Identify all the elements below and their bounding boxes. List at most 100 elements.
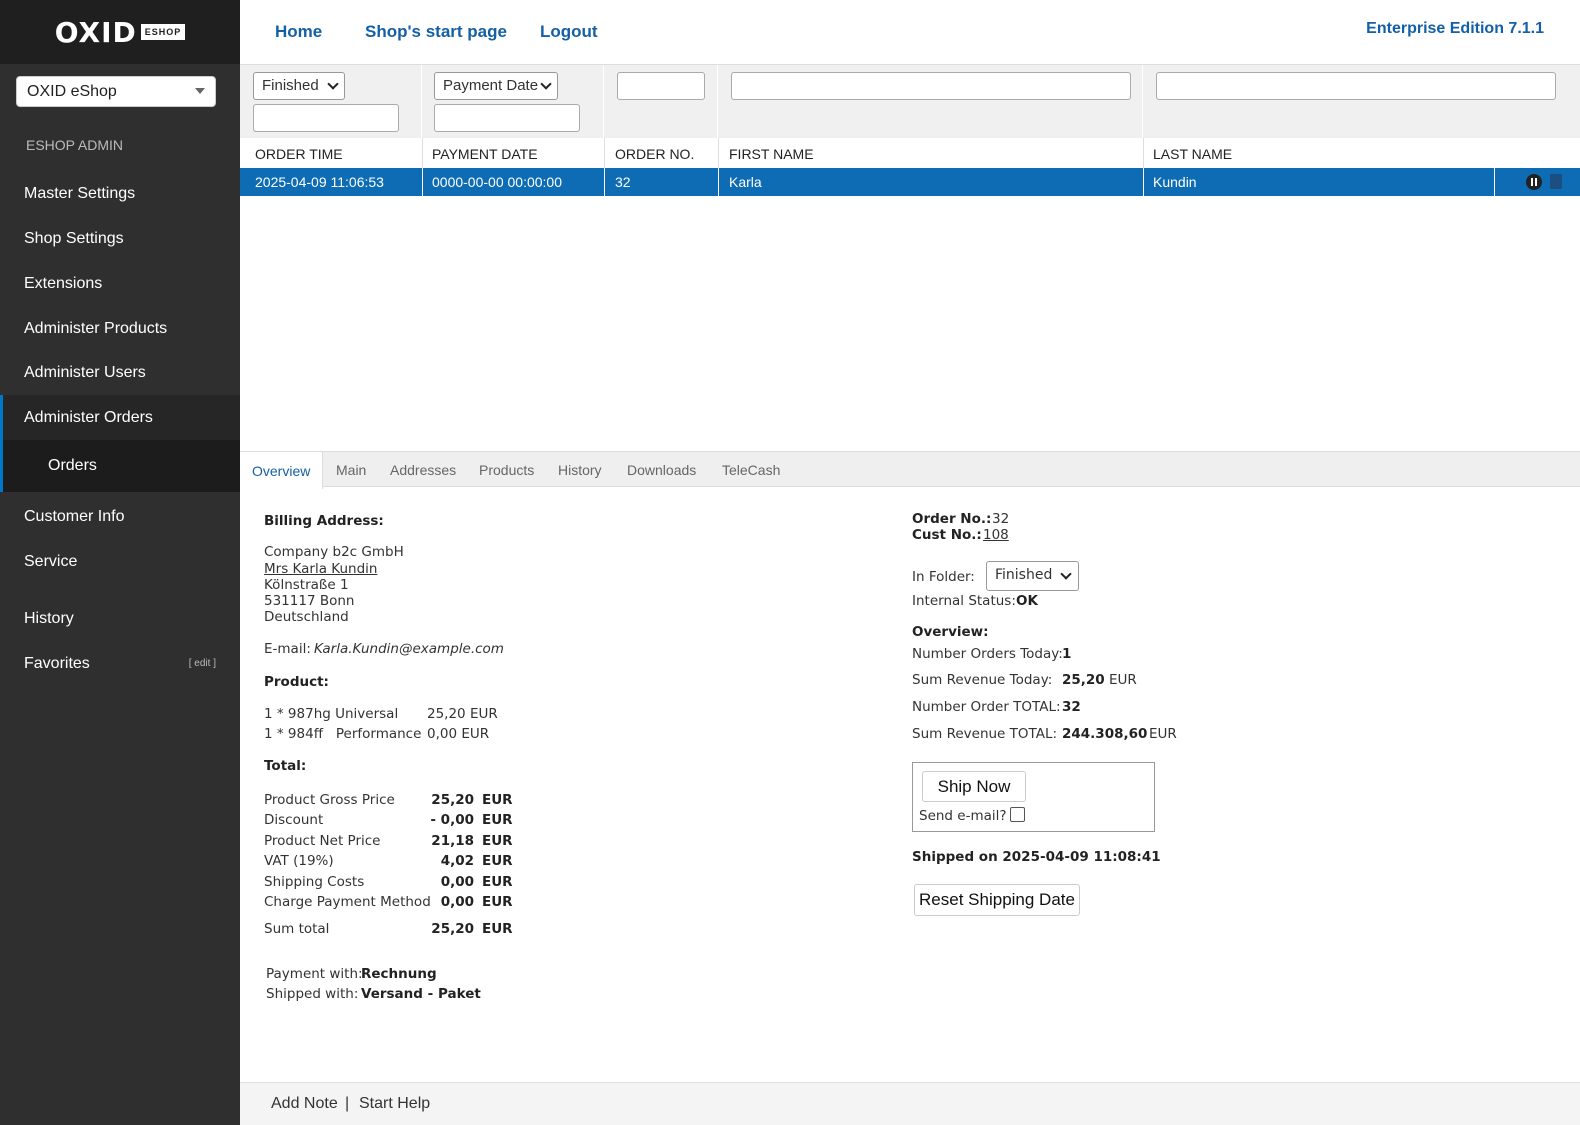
total-value: - 0,00 xyxy=(430,812,474,828)
start-help-link[interactable]: Start Help xyxy=(359,1095,430,1113)
total-value: 25,20 xyxy=(431,792,474,808)
internal-status-label: Internal Status: xyxy=(912,593,1016,609)
billing-name-link[interactable]: Mrs Karla Kundin xyxy=(264,561,377,577)
shop-selector-value: OXID eShop xyxy=(27,83,117,100)
nav-administer-orders[interactable]: Administer Orders xyxy=(0,395,240,440)
nav-extensions[interactable]: Extensions xyxy=(0,261,240,306)
sum-total-value: 25,20 xyxy=(431,921,474,937)
pause-icon[interactable] xyxy=(1526,174,1542,190)
tab-addresses[interactable]: Addresses xyxy=(378,452,468,488)
tab-main[interactable]: Main xyxy=(324,452,378,488)
col-header-order-time[interactable]: ORDER TIME xyxy=(255,146,343,162)
cell-order-no[interactable]: 32 xyxy=(615,174,631,190)
nav-shop-settings[interactable]: Shop Settings xyxy=(0,216,240,261)
product-line-price: 25,20 EUR xyxy=(427,706,498,722)
total-currency: EUR xyxy=(482,853,513,869)
stat-label: Sum Revenue Today: xyxy=(912,672,1053,688)
tab-telecash[interactable]: TeleCash xyxy=(710,452,792,488)
nav-favorites[interactable]: Favorites [ edit ] xyxy=(0,641,240,686)
chevron-down-icon xyxy=(327,78,339,90)
nav-administer-products[interactable]: Administer Products xyxy=(0,306,240,351)
product-line-name: 1 * 984ff Performance xyxy=(264,726,422,742)
tab-history[interactable]: History xyxy=(546,452,614,488)
nav-orders[interactable]: Orders xyxy=(0,440,240,492)
first-name-filter-input[interactable] xyxy=(731,72,1131,100)
column-divider xyxy=(604,168,605,196)
billing-street: Kölnstraße 1 xyxy=(264,577,349,593)
stat-label: Number Orders Today: xyxy=(912,646,1063,662)
stat-currency: EUR xyxy=(1109,672,1137,688)
reset-shipping-date-button[interactable]: Reset Shipping Date xyxy=(914,884,1080,916)
product-line-price: 0,00 EUR xyxy=(427,726,490,742)
logout-link[interactable]: Logout xyxy=(540,22,598,42)
oxid-logo[interactable]: OXID ESHOP xyxy=(0,0,240,64)
nav-history[interactable]: History xyxy=(0,596,240,641)
cust-no-link[interactable]: 108 xyxy=(983,527,1009,543)
product-line-name: 1 * 987hg Universal xyxy=(264,706,399,722)
dropdown-arrow-icon xyxy=(195,88,205,94)
filter-col-order-no xyxy=(604,65,718,139)
filter-col-last-name xyxy=(1143,65,1580,139)
total-label: Charge Payment Method xyxy=(264,894,431,910)
total-value: 0,00 xyxy=(440,894,474,910)
column-divider xyxy=(422,168,423,196)
column-divider xyxy=(422,138,423,168)
tab-products[interactable]: Products xyxy=(467,452,546,488)
column-divider xyxy=(1143,168,1144,196)
folder-filter-select[interactable]: Finished xyxy=(253,72,345,100)
ship-now-box: Ship Now Send e-mail? xyxy=(912,762,1155,832)
cell-order-time[interactable]: 2025-04-09 11:06:53 xyxy=(255,174,384,190)
shop-selector[interactable]: OXID eShop xyxy=(16,76,216,107)
payment-date-filter-input[interactable] xyxy=(434,104,580,132)
favorites-edit-link[interactable]: [ edit ] xyxy=(189,658,216,669)
home-link[interactable]: Home xyxy=(275,22,322,42)
billing-country: Deutschland xyxy=(264,609,349,625)
sum-total-label: Sum total xyxy=(264,921,330,937)
date-type-select[interactable]: Payment Date xyxy=(434,72,558,100)
sidebar: OXID ESHOP OXID eShop ESHOP ADMIN Master… xyxy=(0,0,240,1125)
sum-total-currency: EUR xyxy=(482,921,513,937)
trash-icon[interactable] xyxy=(1550,174,1562,189)
column-divider xyxy=(1494,168,1495,196)
tab-overview[interactable]: Overview xyxy=(240,452,324,489)
add-note-link[interactable]: Add Note xyxy=(271,1095,338,1113)
ship-now-button[interactable]: Ship Now xyxy=(922,771,1026,802)
col-header-order-no[interactable]: ORDER NO. xyxy=(615,146,694,162)
col-header-first-name[interactable]: FIRST NAME xyxy=(729,146,814,162)
shipped-with-value: Versand - Paket xyxy=(361,986,481,1002)
shipped-on-text: Shipped on 2025-04-09 11:08:41 xyxy=(912,849,1161,865)
order-no-label: Order No.: xyxy=(912,511,992,527)
order-no-filter-input[interactable] xyxy=(617,72,705,100)
last-name-filter-input[interactable] xyxy=(1156,72,1556,100)
send-email-checkbox[interactable] xyxy=(1010,807,1025,822)
cell-payment-date[interactable]: 0000-00-00 00:00:00 xyxy=(432,174,562,190)
stat-value: 32 xyxy=(1062,699,1081,715)
filter-col-payment-date: Payment Date xyxy=(422,65,604,139)
column-divider xyxy=(1143,138,1144,168)
order-time-filter-input[interactable] xyxy=(253,104,399,132)
nav-administer-users[interactable]: Administer Users xyxy=(0,350,240,395)
col-header-payment-date[interactable]: PAYMENT DATE xyxy=(432,146,538,162)
total-value: 4,02 xyxy=(440,853,474,869)
stat-value: 25,20 xyxy=(1062,672,1105,688)
stat-value: 244.308,60 xyxy=(1062,726,1148,742)
table-row[interactable]: 2025-04-09 11:06:53 0000-00-00 00:00:00 … xyxy=(240,168,1580,196)
total-heading: Total: xyxy=(264,758,307,774)
total-label: Discount xyxy=(264,812,324,828)
cust-no-label: Cust No.: xyxy=(912,527,982,543)
cell-last-name[interactable]: Kundin xyxy=(1153,174,1197,190)
nav-service[interactable]: Service xyxy=(0,539,240,584)
product-heading: Product: xyxy=(264,674,329,690)
nav-master-settings[interactable]: Master Settings xyxy=(0,171,240,216)
nav-customer-info[interactable]: Customer Info xyxy=(0,494,240,539)
total-label: VAT (19%) xyxy=(264,853,334,869)
in-folder-select[interactable]: Finished xyxy=(986,561,1079,591)
total-value: 21,18 xyxy=(431,833,474,849)
col-header-last-name[interactable]: LAST NAME xyxy=(1153,146,1232,162)
overview-heading: Overview: xyxy=(912,624,989,640)
tab-downloads[interactable]: Downloads xyxy=(615,452,708,488)
payment-value: Rechnung xyxy=(361,966,437,982)
total-label: Shipping Costs xyxy=(264,874,365,890)
cell-first-name[interactable]: Karla xyxy=(729,174,762,190)
shop-start-page-link[interactable]: Shop's start page xyxy=(365,22,507,42)
